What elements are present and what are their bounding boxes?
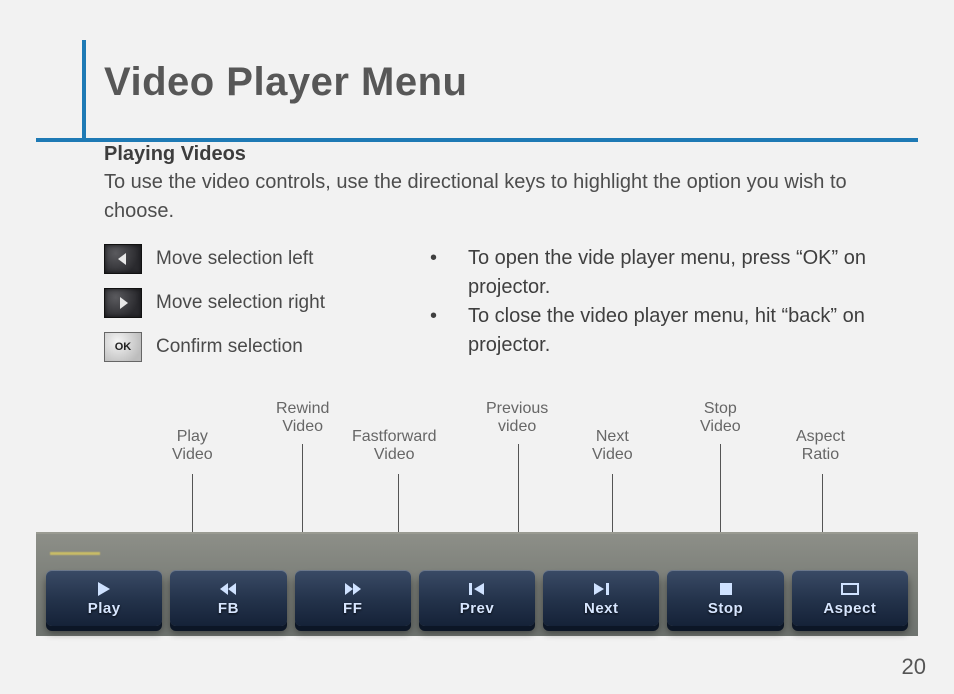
legend-row-ok: OK Confirm selection xyxy=(104,332,404,362)
callout-labels: Play Video Rewind Video Fastforward Vide… xyxy=(74,394,914,474)
leader-line xyxy=(518,444,519,532)
callout-aspect: Aspect Ratio xyxy=(796,428,845,465)
menu-button-stop: Stop xyxy=(667,570,783,626)
section-intro: To use the video controls, use the direc… xyxy=(104,168,914,226)
stop-icon xyxy=(720,580,732,598)
content: Playing Videos To use the video controls… xyxy=(36,129,918,636)
legend-label-ok: Confirm selection xyxy=(156,336,303,358)
two-columns: Move selection left Move selection right… xyxy=(104,244,914,376)
legend-label-right: Move selection right xyxy=(156,292,325,314)
callout-ff: Fastforward Video xyxy=(352,428,436,465)
bullet-1-text: To open the vide player menu, press “OK”… xyxy=(468,244,914,302)
next-icon xyxy=(592,580,610,598)
arrow-left-icon xyxy=(104,244,142,274)
legend-label-left: Move selection left xyxy=(156,248,313,270)
menu-button-fb: FB xyxy=(170,570,286,626)
menu-button-stop-label: Stop xyxy=(708,600,743,617)
menu-button-next: Next xyxy=(543,570,659,626)
ok-icon: OK xyxy=(104,332,142,362)
bullet-dot-icon: • xyxy=(424,302,468,360)
callout-block: Play Video Rewind Video Fastforward Vide… xyxy=(104,394,914,636)
menu-bar-photo: Play FB FF Prev xyxy=(36,532,918,636)
menu-button-play-label: Play xyxy=(88,600,121,617)
instruction-bullets: • To open the vide player menu, press “O… xyxy=(424,244,914,376)
rewind-icon xyxy=(218,580,238,598)
callout-play: Play Video xyxy=(172,428,213,465)
aspect-icon xyxy=(841,580,859,598)
leader-line xyxy=(398,474,399,532)
leader-line xyxy=(612,474,613,532)
previous-icon xyxy=(468,580,486,598)
menu-button-ff-label: FF xyxy=(343,600,362,617)
arrow-right-icon xyxy=(104,288,142,318)
page-number: 20 xyxy=(902,654,926,680)
leader-line xyxy=(822,474,823,532)
section-subhead: Playing Videos xyxy=(104,143,914,166)
play-icon xyxy=(96,580,112,598)
bullet-2: • To close the video player menu, hit “b… xyxy=(424,302,914,360)
bullet-1: • To open the vide player menu, press “O… xyxy=(424,244,914,302)
page-title: Video Player Menu xyxy=(82,40,918,119)
callout-rewind: Rewind Video xyxy=(276,400,329,437)
menu-button-prev: Prev xyxy=(419,570,535,626)
leader-line xyxy=(302,444,303,532)
menu-button-fb-label: FB xyxy=(218,600,239,617)
menu-button-next-label: Next xyxy=(584,600,619,617)
leader-line xyxy=(720,444,721,532)
bullet-dot-icon: • xyxy=(424,244,468,302)
fastforward-icon xyxy=(343,580,363,598)
menu-button-ff: FF xyxy=(295,570,411,626)
menu-button-play: Play xyxy=(46,570,162,626)
callout-stop: Stop Video xyxy=(700,400,741,437)
callout-prev: Previous video xyxy=(486,400,548,437)
menu-button-aspect: Aspect xyxy=(792,570,908,626)
controls-legend: Move selection left Move selection right… xyxy=(104,244,404,376)
callout-next: Next Video xyxy=(592,428,633,465)
leader-lines xyxy=(74,474,914,532)
legend-row-right: Move selection right xyxy=(104,288,404,318)
title-rule xyxy=(36,138,918,142)
menu-button-aspect-label: Aspect xyxy=(823,600,876,617)
legend-row-left: Move selection left xyxy=(104,244,404,274)
title-block: Video Player Menu xyxy=(36,40,918,119)
bullet-2-text: To close the video player menu, hit “bac… xyxy=(468,302,914,360)
menu-button-prev-label: Prev xyxy=(460,600,495,617)
leader-line xyxy=(192,474,193,532)
